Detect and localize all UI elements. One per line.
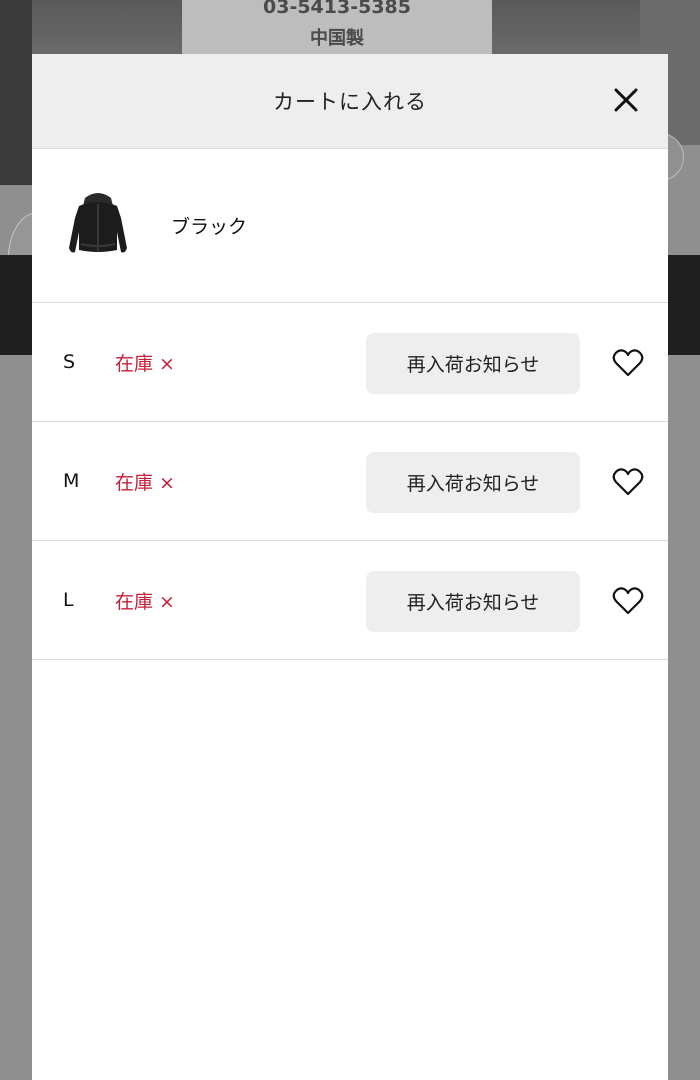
product-thumbnail xyxy=(69,192,127,252)
heart-outline-icon[interactable] xyxy=(612,586,644,616)
background-product-photo: 03-5413-5385 中国製 xyxy=(32,0,640,54)
background-photo xyxy=(0,0,32,185)
restock-notify-button[interactable]: 再入荷お知らせ xyxy=(366,452,580,513)
care-tag-phone: 03-5413-5385 xyxy=(263,0,411,18)
color-name: ブラック xyxy=(171,216,248,238)
size-row-s: S 在庫 × 再入荷お知らせ xyxy=(32,303,668,422)
heart-outline-icon[interactable] xyxy=(612,348,644,378)
restock-notify-button[interactable]: 再入荷お知らせ xyxy=(366,571,580,632)
add-to-cart-sheet: カートに入れる ブラック S 在庫 × 再入荷お知らせ M 在庫 × 再入荷お知… xyxy=(32,54,668,1080)
stock-status: 在庫 × xyxy=(115,352,175,375)
heart-outline-icon[interactable] xyxy=(612,467,644,497)
background-thumbnail-right xyxy=(668,255,700,355)
care-tag: 03-5413-5385 中国製 xyxy=(182,0,492,54)
size-row-l: L 在庫 × 再入荷お知らせ xyxy=(32,541,668,660)
size-label: L xyxy=(63,589,74,611)
close-icon[interactable] xyxy=(612,86,640,114)
product-color-row: ブラック xyxy=(32,149,668,303)
sheet-header: カートに入れる xyxy=(32,54,668,149)
size-label: S xyxy=(63,351,76,373)
size-label: M xyxy=(63,470,80,492)
stock-status: 在庫 × xyxy=(115,471,175,494)
size-row-m: M 在庫 × 再入荷お知らせ xyxy=(32,422,668,541)
background-thumbnail-left xyxy=(0,255,32,355)
care-tag-origin: 中国製 xyxy=(310,28,364,49)
stock-status: 在庫 × xyxy=(115,590,175,613)
sheet-title: カートに入れる xyxy=(273,90,427,114)
restock-notify-button[interactable]: 再入荷お知らせ xyxy=(366,333,580,394)
